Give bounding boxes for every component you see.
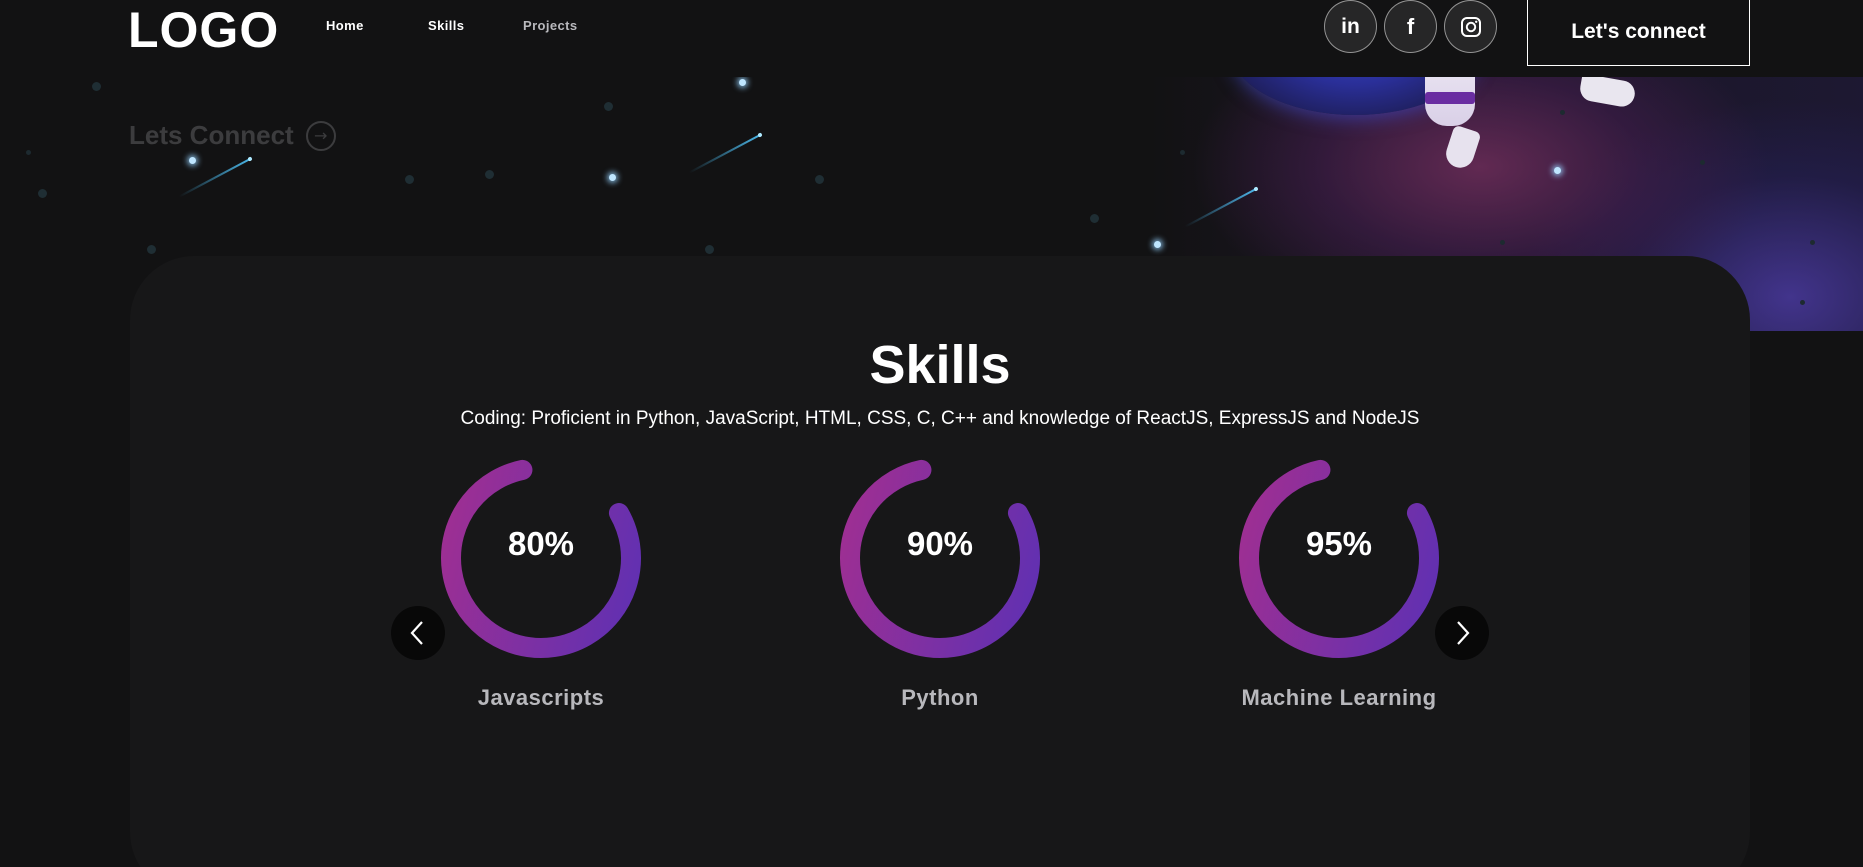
- linkedin-icon: in: [1341, 14, 1360, 38]
- skill-percent: 90%: [906, 525, 974, 562]
- meteor: [178, 158, 251, 198]
- star: [1180, 150, 1185, 155]
- linkedin-button[interactable]: in: [1324, 0, 1377, 53]
- skills-section: Skills Coding: Proficient in Python, Jav…: [130, 256, 1750, 867]
- skill-percent: 80%: [507, 525, 575, 562]
- instagram-button[interactable]: [1444, 0, 1497, 53]
- star: [92, 82, 101, 91]
- star: [405, 175, 414, 184]
- star: [705, 245, 714, 254]
- star: [1090, 214, 1099, 223]
- connect-button[interactable]: Let's connect: [1527, 0, 1750, 66]
- nav-link-projects[interactable]: Projects: [523, 18, 603, 33]
- star: [1500, 240, 1505, 245]
- hero-connect-label: Lets Connect: [129, 120, 294, 150]
- star: [1560, 110, 1565, 115]
- meteor: [688, 134, 761, 174]
- star: [609, 174, 616, 181]
- arrow-right-circle-icon: →: [305, 120, 336, 151]
- skill-gauge: 80% Javascripts: [436, 453, 646, 710]
- navbar: LOGO Home Skills Projects in f Let's con…: [0, 0, 1863, 77]
- social-links: in f: [1324, 0, 1497, 53]
- star: [485, 170, 494, 179]
- nav-link-skills[interactable]: Skills: [428, 18, 488, 33]
- star: [147, 245, 156, 254]
- skill-label: Machine Learning: [1241, 685, 1437, 710]
- logo[interactable]: LOGO: [128, 1, 279, 59]
- star: [815, 175, 824, 184]
- hero-connect-link[interactable]: Lets Connect →: [129, 120, 336, 151]
- nav-link-home[interactable]: Home: [326, 18, 386, 33]
- star: [26, 150, 31, 155]
- instagram-icon: [1460, 16, 1481, 37]
- skills-description: Coding: Proficient in Python, JavaScript…: [460, 408, 1420, 429]
- chevron-left-icon: [410, 621, 423, 645]
- skills-title: Skills: [869, 335, 1011, 395]
- star: [1700, 160, 1705, 165]
- facebook-icon: f: [1406, 13, 1415, 39]
- chevron-right-icon: [1457, 621, 1470, 645]
- skill-percent: 95%: [1305, 525, 1373, 562]
- star: [1554, 167, 1561, 174]
- skill-gauge: 95% Machine Learning: [1234, 453, 1444, 710]
- star: [1800, 300, 1805, 305]
- star: [38, 189, 47, 198]
- star: [1810, 240, 1815, 245]
- facebook-button[interactable]: f: [1384, 0, 1437, 53]
- star: [604, 102, 613, 111]
- star: [739, 79, 746, 86]
- star: [189, 157, 196, 164]
- skill-label: Python: [901, 685, 979, 710]
- skill-gauge: 90% Python: [835, 453, 1045, 710]
- astronaut-stripe: [1425, 92, 1475, 104]
- star: [1154, 241, 1161, 248]
- skill-label: Javascripts: [477, 685, 605, 710]
